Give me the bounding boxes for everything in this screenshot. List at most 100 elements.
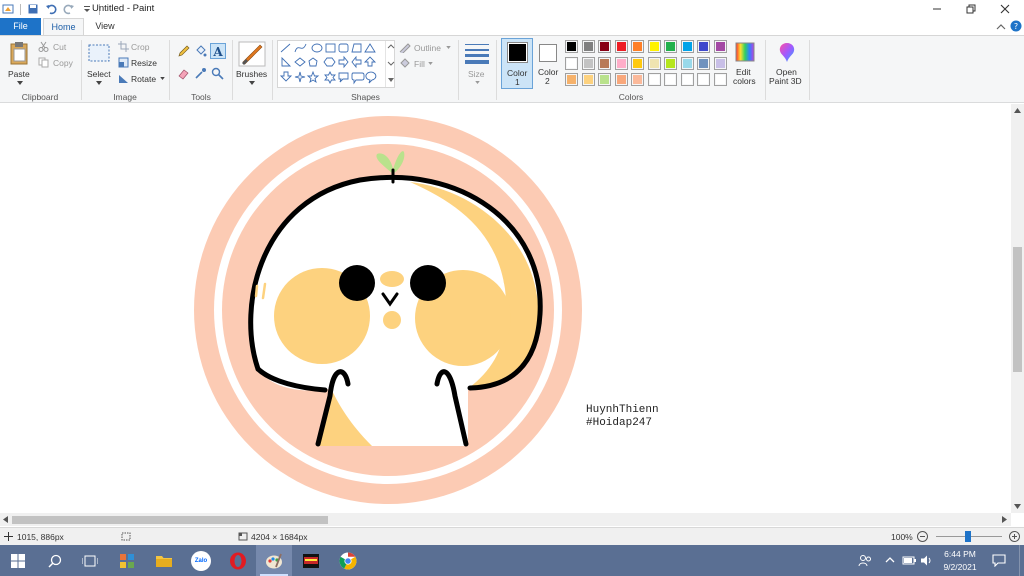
- four-point-star-shape-icon[interactable]: [294, 71, 306, 83]
- battery-icon[interactable]: [902, 555, 916, 566]
- search-button[interactable]: [37, 545, 73, 576]
- diamond-shape-icon[interactable]: [294, 57, 306, 67]
- magnifier-icon[interactable]: [211, 67, 224, 80]
- palette-swatch[interactable]: [631, 73, 644, 86]
- close-button[interactable]: [988, 0, 1022, 18]
- palette-swatch[interactable]: [713, 40, 727, 53]
- pentagon-shape-icon[interactable]: [308, 57, 318, 67]
- line-shape-icon[interactable]: [280, 43, 291, 53]
- palette-swatch[interactable]: [581, 73, 595, 86]
- scroll-up-icon[interactable]: [1014, 108, 1021, 113]
- crop-button[interactable]: Crop: [118, 41, 158, 53]
- zoom-out-icon[interactable]: [917, 531, 928, 542]
- palette-swatch[interactable]: [614, 40, 628, 53]
- tab-file[interactable]: File: [0, 18, 41, 35]
- color-picker-icon[interactable]: [194, 67, 207, 80]
- paste-button[interactable]: Paste: [6, 40, 34, 88]
- taskbar-date[interactable]: 9/2/2021: [936, 562, 984, 572]
- shapes-scroll[interactable]: [385, 41, 395, 87]
- tab-view[interactable]: View: [86, 18, 124, 35]
- taskbar-time[interactable]: 6:44 PM: [936, 549, 984, 559]
- palette-swatch[interactable]: [697, 40, 710, 53]
- size-button[interactable]: Size: [462, 40, 492, 90]
- people-icon[interactable]: [858, 554, 872, 567]
- triangle-shape-icon[interactable]: [364, 43, 376, 53]
- palette-swatch[interactable]: [598, 73, 611, 86]
- help-icon[interactable]: ?: [1010, 20, 1022, 32]
- color1-button[interactable]: Color 1: [501, 38, 533, 89]
- edit-colors-button[interactable]: Edit colors: [731, 40, 759, 90]
- scroll-down-icon[interactable]: [1014, 504, 1021, 509]
- select-button[interactable]: Select: [86, 40, 112, 88]
- oval-shape-icon[interactable]: [311, 43, 323, 53]
- taskbar-file-explorer[interactable]: [146, 545, 182, 576]
- palette-swatch[interactable]: [664, 56, 677, 70]
- collapse-ribbon-icon[interactable]: [996, 22, 1006, 31]
- taskbar-paint[interactable]: [256, 545, 292, 576]
- color2-button[interactable]: Color 2: [535, 38, 563, 89]
- cut-button[interactable]: Cut: [38, 41, 72, 53]
- palette-swatch[interactable]: [647, 73, 661, 86]
- drawing-canvas[interactable]: HuynhThienn #Hoidap247: [0, 104, 1024, 513]
- tab-home[interactable]: Home: [43, 18, 84, 35]
- palette-swatch[interactable]: [565, 56, 578, 70]
- vertical-scroll-thumb[interactable]: [1013, 247, 1022, 372]
- down-arrow-shape-icon[interactable]: [279, 71, 293, 82]
- text-tool-button[interactable]: A: [210, 43, 226, 59]
- show-hidden-icons-icon[interactable]: [885, 556, 895, 564]
- resize-button[interactable]: Resize: [118, 57, 162, 69]
- volume-icon[interactable]: [920, 554, 933, 567]
- six-point-star-shape-icon[interactable]: [324, 70, 336, 85]
- palette-swatch[interactable]: [647, 40, 661, 53]
- palette-swatch[interactable]: [680, 40, 694, 53]
- palette-swatch[interactable]: [680, 73, 694, 86]
- palette-swatch[interactable]: [697, 73, 710, 86]
- task-view-button[interactable]: [72, 545, 108, 576]
- outline-button[interactable]: Outline: [399, 42, 455, 54]
- pencil-icon[interactable]: [177, 45, 190, 58]
- palette-swatch[interactable]: [581, 56, 595, 70]
- left-arrow-shape-icon[interactable]: [351, 55, 362, 69]
- right-arrow-shape-icon[interactable]: [338, 55, 349, 69]
- restore-button[interactable]: [954, 0, 988, 18]
- palette-swatch[interactable]: [565, 40, 578, 53]
- palette-swatch[interactable]: [631, 56, 644, 70]
- rectangular-callout-shape-icon[interactable]: [338, 72, 349, 83]
- undo-icon[interactable]: [45, 3, 57, 15]
- fill-button[interactable]: Fill: [399, 58, 439, 70]
- oval-callout-shape-icon[interactable]: [365, 71, 377, 84]
- taskbar-zalo[interactable]: Zalo: [183, 545, 219, 576]
- zoom-slider-thumb[interactable]: [965, 531, 971, 542]
- palette-swatch[interactable]: [598, 40, 611, 53]
- brushes-button[interactable]: Brushes: [235, 40, 269, 90]
- up-arrow-shape-icon[interactable]: [363, 56, 377, 67]
- start-button[interactable]: [0, 545, 36, 576]
- rounded-rectangle-shape-icon[interactable]: [338, 43, 349, 53]
- horizontal-scroll-thumb[interactable]: [12, 516, 328, 524]
- palette-swatch[interactable]: [713, 73, 727, 86]
- zoom-in-icon[interactable]: [1009, 531, 1020, 542]
- rectangle-shape-icon[interactable]: [325, 43, 336, 53]
- shapes-gallery[interactable]: [277, 40, 395, 88]
- save-icon[interactable]: [27, 3, 39, 15]
- fill-bucket-icon[interactable]: [194, 45, 207, 58]
- taskbar-chrome[interactable]: [330, 545, 366, 576]
- rounded-callout-shape-icon[interactable]: [351, 72, 365, 85]
- rotate-button[interactable]: Rotate: [118, 73, 166, 85]
- palette-swatch[interactable]: [631, 40, 644, 53]
- taskbar-game[interactable]: [293, 545, 329, 576]
- curve-shape-icon[interactable]: [294, 43, 307, 53]
- palette-swatch[interactable]: [647, 56, 661, 70]
- palette-swatch[interactable]: [581, 40, 595, 53]
- notifications-icon[interactable]: [992, 553, 1006, 567]
- paint-app-icon[interactable]: [2, 3, 14, 15]
- palette-swatch[interactable]: [680, 56, 694, 70]
- hexagon-shape-icon[interactable]: [323, 57, 336, 67]
- redo-icon[interactable]: [63, 3, 75, 15]
- scroll-left-icon[interactable]: [3, 516, 8, 523]
- polygon-shape-icon[interactable]: [351, 43, 362, 53]
- show-desktop-button[interactable]: [1019, 545, 1024, 576]
- horizontal-scrollbar[interactable]: [0, 513, 1011, 526]
- eraser-icon[interactable]: [177, 67, 190, 80]
- palette-swatch[interactable]: [697, 56, 710, 70]
